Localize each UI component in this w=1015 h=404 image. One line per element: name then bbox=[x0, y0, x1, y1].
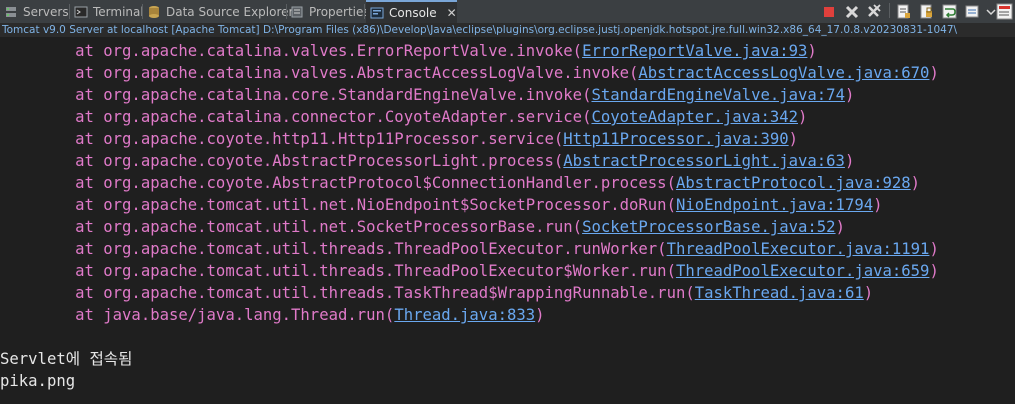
stack-trace-line: at org.apache.catalina.valves.ErrorRepor… bbox=[0, 42, 817, 60]
view-tab-bar: Servers Terminal Data Source Explorer Pr… bbox=[0, 0, 1015, 24]
source-link[interactable]: ThreadPoolExecutor.java:659 bbox=[676, 262, 929, 280]
open-console-icon[interactable] bbox=[994, 3, 1014, 20]
output-line: Servlet에 접속됨 bbox=[0, 350, 133, 368]
tab-label: Terminal bbox=[93, 4, 144, 19]
stack-trace-line: at org.apache.tomcat.util.threads.Thread… bbox=[0, 240, 939, 258]
console-output[interactable]: at org.apache.catalina.valves.ErrorRepor… bbox=[0, 37, 1015, 404]
tab-label: Data Source Explorer bbox=[166, 4, 294, 19]
source-link[interactable]: Http11Processor.java:390 bbox=[563, 130, 788, 148]
stack-trace-line: at org.apache.tomcat.util.net.SocketProc… bbox=[0, 218, 845, 236]
tab-terminal[interactable]: Terminal bbox=[74, 0, 144, 23]
tab-label: Properties bbox=[309, 4, 370, 19]
close-icon[interactable]: ✕ bbox=[447, 6, 457, 20]
terminate-icon[interactable] bbox=[820, 3, 837, 20]
terminal-icon bbox=[74, 5, 88, 19]
tab-divider bbox=[142, 4, 143, 19]
properties-icon bbox=[290, 5, 304, 19]
stack-trace-line: at org.apache.tomcat.util.net.NioEndpoin… bbox=[0, 196, 883, 214]
stack-trace-line: at org.apache.coyote.http11.Http11Proces… bbox=[0, 130, 799, 148]
stack-trace-line: at org.apache.catalina.core.StandardEngi… bbox=[0, 86, 855, 104]
console-icon bbox=[370, 6, 384, 20]
tab-label: Servers bbox=[23, 4, 69, 19]
stack-trace-line: at org.apache.catalina.connector.CoyoteA… bbox=[0, 108, 808, 126]
data-source-icon bbox=[147, 5, 161, 19]
source-link[interactable]: AbstractAccessLogValve.java:670 bbox=[638, 64, 929, 82]
tab-properties[interactable]: Properties bbox=[290, 0, 370, 23]
stack-trace-line: at org.apache.tomcat.util.threads.TaskTh… bbox=[0, 284, 874, 302]
toolbar-divider bbox=[889, 3, 890, 18]
servers-icon bbox=[4, 5, 18, 19]
tab-divider bbox=[69, 4, 70, 19]
stack-trace-line: at org.apache.coyote.AbstractProcessorLi… bbox=[0, 152, 855, 170]
source-link[interactable]: Thread.java:833 bbox=[394, 306, 535, 324]
tab-label: Console bbox=[389, 5, 437, 20]
remove-launch-icon[interactable] bbox=[843, 3, 860, 20]
stack-trace-line: at org.apache.tomcat.util.threads.Thread… bbox=[0, 262, 939, 280]
clear-console-icon[interactable] bbox=[895, 3, 912, 20]
console-toolbar bbox=[820, 3, 1015, 20]
tab-data-source-explorer[interactable]: Data Source Explorer bbox=[147, 0, 293, 23]
source-link[interactable]: AbstractProcessorLight.java:63 bbox=[563, 152, 845, 170]
scroll-lock-icon[interactable] bbox=[918, 3, 935, 20]
source-link[interactable]: ErrorReportValve.java:93 bbox=[582, 42, 807, 60]
tab-console[interactable]: Console ✕ bbox=[366, 0, 457, 23]
source-link[interactable]: ThreadPoolExecutor.java:1191 bbox=[667, 240, 930, 258]
tab-servers[interactable]: Servers bbox=[4, 0, 69, 23]
source-link[interactable]: StandardEngineValve.java:74 bbox=[591, 86, 844, 104]
tab-divider bbox=[364, 4, 365, 19]
word-wrap-icon[interactable] bbox=[941, 3, 958, 20]
tab-divider bbox=[286, 4, 287, 19]
source-link[interactable]: NioEndpoint.java:1794 bbox=[676, 196, 873, 214]
stack-trace-line: at java.base/java.lang.Thread.run(Thread… bbox=[0, 306, 545, 324]
pin-console-icon[interactable] bbox=[964, 3, 981, 20]
source-link[interactable]: CoyoteAdapter.java:342 bbox=[591, 108, 798, 126]
source-link[interactable]: TaskThread.java:61 bbox=[695, 284, 864, 302]
console-process-label: Tomcat v9.0 Server at localhost [Apache … bbox=[0, 23, 1015, 37]
stack-trace-line: at org.apache.catalina.valves.AbstractAc… bbox=[0, 64, 939, 82]
remove-all-terminated-icon[interactable] bbox=[866, 3, 883, 20]
source-link[interactable]: AbstractProtocol.java:928 bbox=[676, 174, 911, 192]
source-link[interactable]: SocketProcessorBase.java:52 bbox=[582, 218, 835, 236]
output-line: pika.png bbox=[0, 372, 76, 390]
stack-trace-line: at org.apache.coyote.AbstractProtocol$Co… bbox=[0, 174, 921, 192]
